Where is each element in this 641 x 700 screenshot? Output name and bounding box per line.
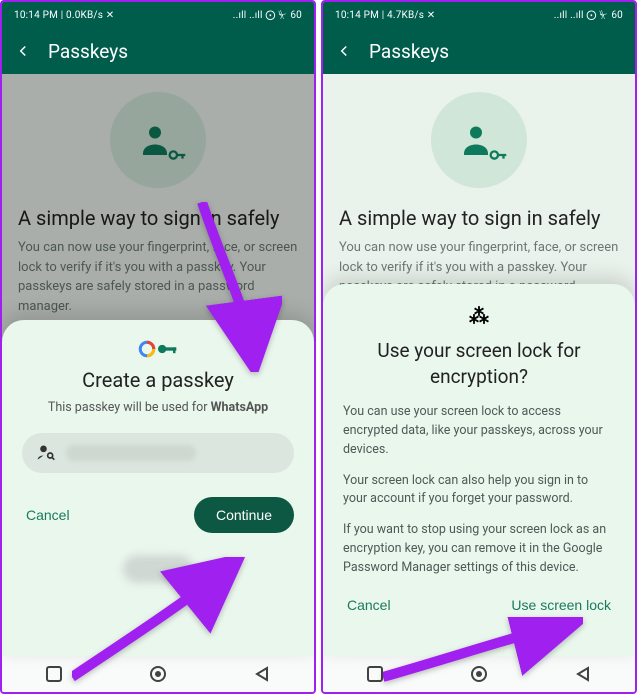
nav-home-icon[interactable] [149,665,167,683]
status-bar: 10:14 PM | 4.7KB/s ✕ ..ıll ..ıll ⨀ ⏧ 60 [323,2,635,28]
phone-right: 10:14 PM | 4.7KB/s ✕ ..ıll ..ıll ⨀ ⏧ 60 … [321,0,637,694]
hero-illustration [339,74,619,194]
android-nav-bar [2,656,314,692]
redacted-account [66,445,196,461]
continue-button[interactable]: Continue [194,497,294,533]
page-heading: A simple way to sign in safely [339,206,619,230]
screenlock-sheet: ⁂ Use your screen lock for encryption? Y… [323,284,635,656]
encryption-icon: ⁂ [343,304,615,328]
app-bar: Passkeys [2,28,314,74]
sheet-title: Use your screen lock for encryption? [343,338,615,389]
sheet-paragraph-3: If you want to stop using your screen lo… [343,521,615,577]
key-icon [487,144,509,166]
back-icon[interactable] [335,42,353,60]
sheet-title: Create a passkey [22,368,294,392]
page-description: You can now use your fingerprint, face, … [18,238,298,316]
nav-home-icon[interactable] [470,665,488,683]
phone-left: 10:14 PM | 0.0KB/s ✕ ..ıll ..ıll ⨀ ⏧ 60 … [0,0,316,694]
nav-back-icon[interactable] [575,666,591,682]
create-passkey-sheet: Create a passkey This passkey will be us… [2,320,314,656]
status-icons: ..ıll ..ıll ⨀ ⏧ 60 [554,10,623,21]
status-icons: ..ıll ..ıll ⨀ ⏧ 60 [233,10,302,21]
use-screen-lock-button[interactable]: Use screen lock [507,589,615,621]
nav-recent-icon[interactable] [367,666,383,682]
status-bar: 10:14 PM | 0.0KB/s ✕ ..ıll ..ıll ⨀ ⏧ 60 [2,2,314,28]
sheet-paragraph-1: You can use your screen lock to access e… [343,403,615,459]
person-key-icon [140,122,176,158]
back-icon[interactable] [14,42,32,60]
page-heading: A simple way to sign in safely [18,206,298,230]
key-icon [166,144,188,166]
hero-illustration [18,74,298,194]
google-key-icon [138,340,178,358]
nav-recent-icon[interactable] [46,666,62,682]
person-key-small-icon [36,443,56,463]
nav-back-icon[interactable] [254,666,270,682]
account-chip[interactable] [22,433,294,473]
redacted-area [123,555,193,583]
sheet-paragraph-2: Your screen lock can also help you sign … [343,472,615,510]
appbar-title: Passkeys [369,40,449,63]
appbar-title: Passkeys [48,40,128,63]
cancel-button[interactable]: Cancel [22,499,74,531]
app-bar: Passkeys [323,28,635,74]
cancel-button[interactable]: Cancel [343,589,395,621]
sheet-subtitle: This passkey will be used for WhatsApp [22,400,294,415]
android-nav-bar [323,656,635,692]
